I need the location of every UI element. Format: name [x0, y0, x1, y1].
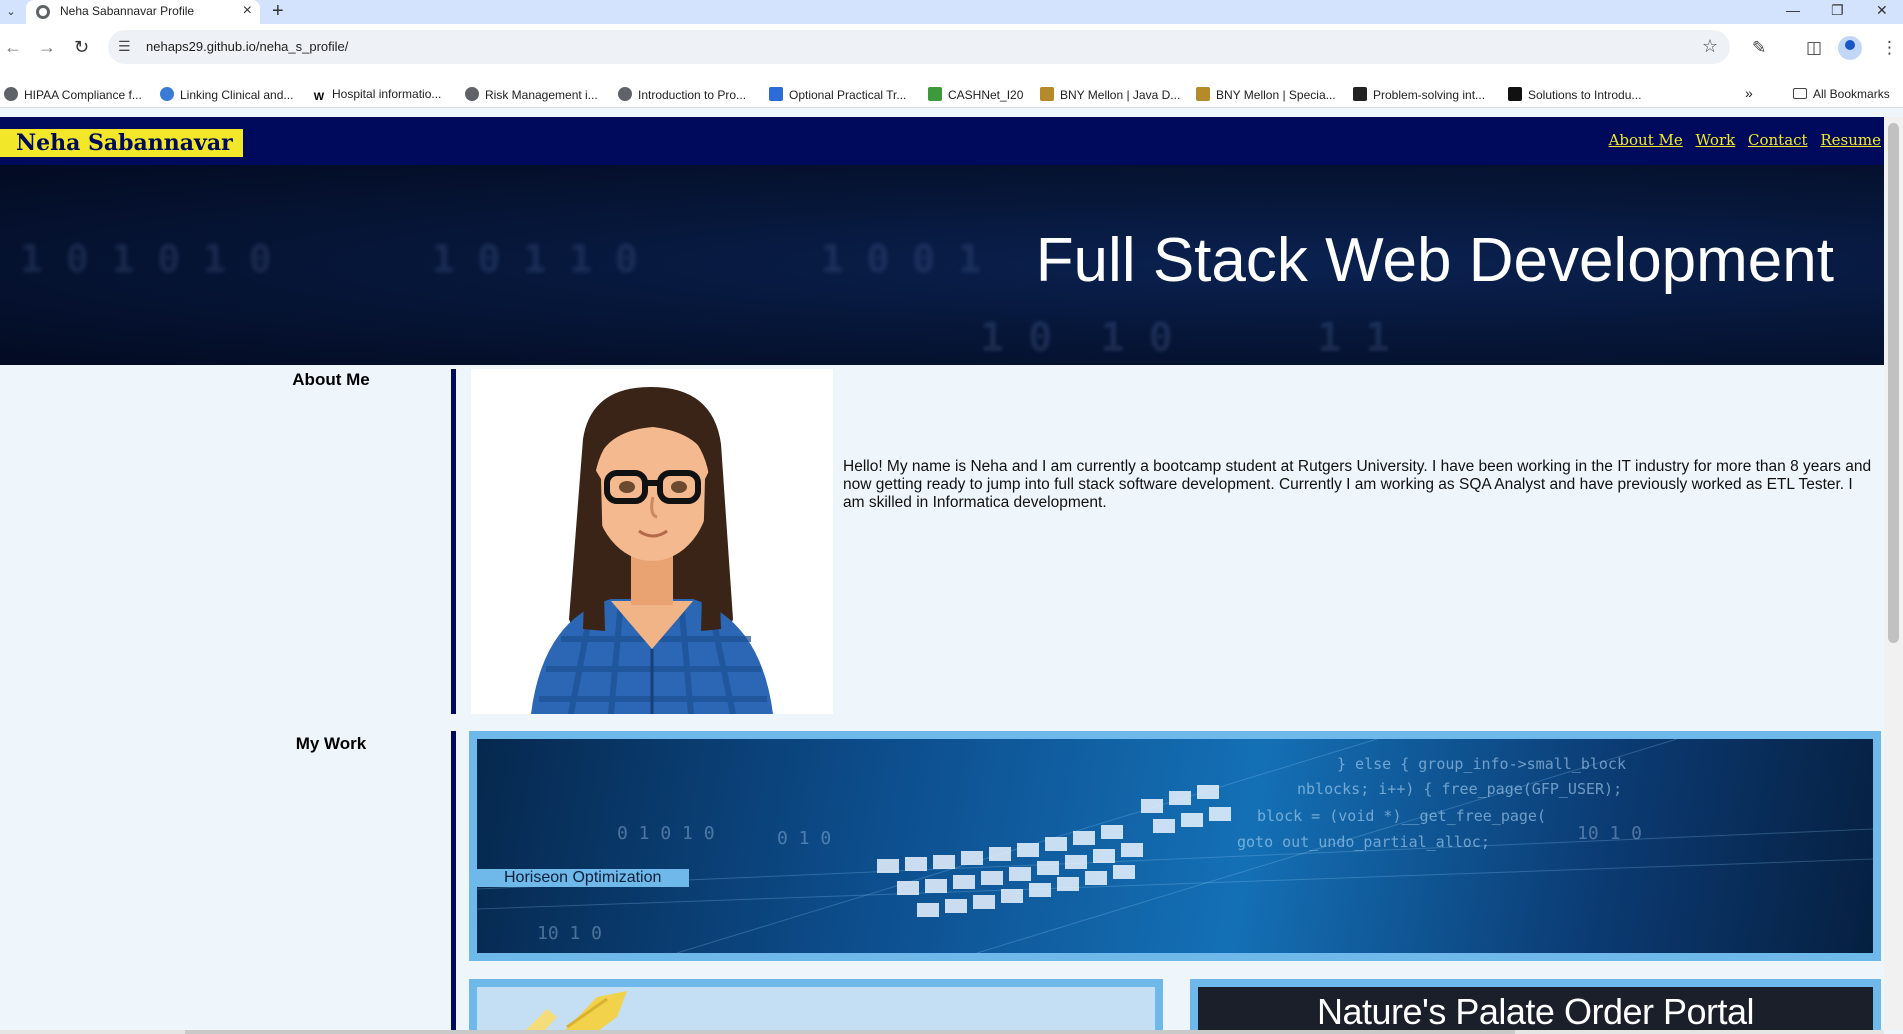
forage-icon	[1196, 87, 1210, 101]
project-title-natures-palate: Nature's Palate Order Portal	[1316, 991, 1755, 1030]
scrollbar-thumb[interactable]	[185, 1030, 1515, 1034]
bookmark-item[interactable]: W Hospital informatio...	[312, 87, 441, 104]
more-bookmarks-icon[interactable]: »	[1745, 85, 1753, 101]
forward-icon[interactable]: →	[38, 37, 56, 58]
profile-icon[interactable]	[1838, 36, 1862, 60]
vertical-scrollbar[interactable]	[1884, 117, 1903, 1030]
tab-strip: ⌄ Neha Sabannavar Profile × + — ❐ ✕	[0, 0, 1903, 24]
about-me-text: Hello! My name is Neha and I am currentl…	[843, 458, 1872, 511]
about-me-label: About Me	[292, 370, 370, 389]
section-divider	[451, 369, 456, 714]
address-bar[interactable]: ☰ nehaps29.github.io/neha_s_profile/ ☆	[108, 30, 1730, 64]
bookmark-item[interactable]: BNY Mellon | Specia...	[1196, 87, 1336, 102]
project-card-2[interactable]	[469, 979, 1163, 1030]
pencil-image-icon	[526, 991, 627, 1030]
back-icon[interactable]: ←	[4, 37, 22, 58]
bookmark-item[interactable]: Risk Management i...	[465, 87, 598, 102]
project-card-natures-palate[interactable]: Nature's Palate Order Portal	[1190, 979, 1881, 1030]
nav-work[interactable]: Work	[1696, 131, 1736, 149]
wikipedia-icon: W	[312, 90, 326, 104]
site-settings-icon[interactable]: ☰	[118, 38, 131, 55]
bookmark-item[interactable]: Problem-solving int...	[1353, 87, 1485, 102]
nav-contact[interactable]: Contact	[1748, 131, 1808, 149]
bookmark-item[interactable]: HIPAA Compliance f...	[4, 87, 142, 102]
nav-resume[interactable]: Resume	[1820, 131, 1881, 149]
browser-toolbar: ← → ↻ ☰ nehaps29.github.io/neha_s_profil…	[0, 24, 1903, 80]
page-viewport: Neha Sabannavar About Me Work Contact Re…	[0, 117, 1884, 1030]
globe-icon	[465, 87, 479, 101]
bookmark-item[interactable]: Linking Clinical and...	[160, 87, 293, 102]
globe-icon	[4, 87, 18, 101]
hero-banner: 1 0 1 0 1 0 1 0 1 1 0 1 0 0 1 1 0 1 0 1 …	[0, 165, 1884, 365]
bookmarks-bar: HIPAA Compliance f... Linking Clinical a…	[0, 80, 1903, 108]
new-tab-icon[interactable]: +	[272, 0, 284, 22]
project-title-horiseon[interactable]: Horiseon Optimization	[477, 869, 689, 887]
bookmark-item[interactable]: CASHNet_I20	[928, 87, 1023, 102]
browser-tab[interactable]: Neha Sabannavar Profile ×	[26, 0, 260, 24]
bookmark-item[interactable]: BNY Mellon | Java D...	[1040, 87, 1180, 102]
site-brand: Neha Sabannavar	[0, 129, 243, 157]
bookmark-item[interactable]: Introduction to Pro...	[618, 87, 746, 102]
extensions-icon[interactable]: ✎	[1752, 38, 1766, 58]
svg-text:0 1 0 1 0: 0 1 0 1 0	[617, 823, 715, 844]
site-nav: About Me Work Contact Resume	[1601, 131, 1881, 149]
cartoon-avatar-icon	[471, 369, 833, 714]
project-image-natures-palate: Nature's Palate Order Portal	[1198, 987, 1873, 1030]
svg-text:0 1 0: 0 1 0	[777, 828, 831, 849]
side-panel-icon[interactable]: ◫	[1806, 38, 1822, 58]
scrollbar-thumb[interactable]	[1888, 123, 1899, 643]
project-card-horiseon[interactable]: } else { group_info->small_block nblocks…	[469, 731, 1881, 961]
svg-text:} else { group_info->small_blo: } else { group_info->small_block	[1337, 755, 1626, 773]
svg-text:goto out_undo_partial_alloc;: goto out_undo_partial_alloc;	[1237, 833, 1490, 851]
window-close-icon[interactable]: ✕	[1876, 2, 1888, 19]
feather-icon	[160, 87, 174, 101]
section-divider	[451, 731, 456, 1030]
forage-icon	[1040, 87, 1054, 101]
horizontal-scrollbar[interactable]	[0, 1030, 1884, 1034]
tab-search-icon[interactable]: ⌄	[2, 3, 20, 21]
s-logo-icon	[1508, 87, 1522, 101]
url-text[interactable]: nehaps29.github.io/neha_s_profile/	[146, 39, 348, 54]
hero-background-digits: 1 0 1 0 1 0 1 0 1 1 0 1 0 0 1	[20, 237, 981, 281]
svg-text:nblocks; i++) { free_page(GFP_: nblocks; i++) { free_page(GFP_USER);	[1297, 780, 1622, 798]
project-image-2	[477, 987, 1155, 1030]
my-work-label: My Work	[295, 734, 367, 753]
tech-background-icon: } else { group_info->small_block nblocks…	[477, 739, 1873, 953]
b-logo-icon	[769, 87, 783, 101]
hero-title: Full Stack Web Development	[1035, 226, 1834, 295]
svg-text:10 1 0: 10 1 0	[1577, 823, 1642, 844]
book-icon	[1353, 87, 1367, 101]
folder-icon	[1793, 88, 1807, 99]
favicon-globe-icon	[36, 5, 50, 19]
bookmark-item[interactable]: Solutions to Introdu...	[1508, 87, 1641, 102]
bookmark-star-icon[interactable]: ☆	[1702, 36, 1718, 57]
all-bookmarks[interactable]: All Bookmarks	[1793, 87, 1890, 101]
site-header: Neha Sabannavar About Me Work Contact Re…	[0, 117, 1884, 165]
profile-avatar-image	[471, 369, 833, 714]
hero-background-digits: 1 0 1 0 1 1	[980, 315, 1390, 361]
cashnet-icon	[928, 87, 942, 101]
tab-title: Neha Sabannavar Profile	[60, 4, 195, 18]
svg-text:10 1 0: 10 1 0	[537, 923, 602, 944]
close-tab-icon[interactable]: ×	[243, 2, 252, 20]
minimize-icon[interactable]: —	[1786, 2, 1800, 18]
svg-text:block = (void *)__get_free_pag: block = (void *)__get_free_page(	[1257, 807, 1546, 825]
globe-icon	[618, 87, 632, 101]
bookmark-item[interactable]: Optional Practical Tr...	[769, 87, 906, 102]
project-image-horiseon: } else { group_info->small_block nblocks…	[477, 739, 1873, 953]
nav-about-me[interactable]: About Me	[1609, 131, 1683, 149]
reload-icon[interactable]: ↻	[74, 37, 89, 58]
restore-icon[interactable]: ❐	[1831, 2, 1844, 19]
menu-icon[interactable]: ⋮	[1881, 38, 1898, 58]
